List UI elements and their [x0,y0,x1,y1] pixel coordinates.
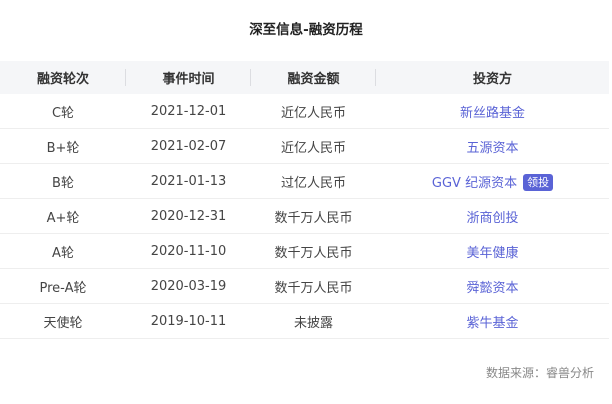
table-row: 天使轮 2019-10-11 未披露 紫牛基金 [0,303,609,339]
investor-link[interactable]: 舜懿资本 [466,281,518,296]
investor-link[interactable]: 美年健康 [466,246,518,261]
table-row: B轮 2021-01-13 过亿人民币 GGV 纪源资本 领投 [0,163,609,199]
cell-date: 2020-12-31 [126,198,251,234]
table-row: A+轮 2020-12-31 数千万人民币 浙商创投 [0,198,609,234]
table-row: C轮 2021-12-01 近亿人民币 新丝路基金 [0,94,609,129]
cell-round: A+轮 [0,198,126,234]
cell-round: B轮 [0,163,126,199]
table-row: Pre-A轮 2020-03-19 数千万人民币 舜懿资本 [0,268,609,304]
table-row: A轮 2020-11-10 数千万人民币 美年健康 [0,233,609,269]
cell-date: 2021-01-13 [126,163,251,199]
investor-link[interactable]: 紫牛基金 [466,316,518,331]
cell-investor: 浙商创投 [376,198,609,234]
cell-round: Pre-A轮 [0,268,126,304]
cell-round: A轮 [0,233,126,269]
cell-round: 天使轮 [0,303,126,339]
cell-date: 2021-12-01 [126,94,251,129]
investor-link[interactable]: 新丝路基金 [460,106,525,121]
lead-investor-badge: 领投 [523,173,554,191]
cell-investor: 舜懿资本 [376,268,609,304]
cell-date: 2020-03-19 [126,268,251,304]
header-round: 融资轮次 [0,61,126,94]
cell-investor: 美年健康 [376,233,609,269]
cell-round: B+轮 [0,128,126,164]
cell-amount: 近亿人民币 [251,128,376,164]
cell-investor: 新丝路基金 [376,94,609,129]
investor-link[interactable]: GGV 纪源资本 [432,176,517,191]
cell-date: 2019-10-11 [126,303,251,339]
cell-amount: 过亿人民币 [251,163,376,199]
cell-investor: GGV 纪源资本 领投 [376,163,609,199]
investor-link[interactable]: 浙商创投 [466,211,518,226]
cell-amount: 近亿人民币 [251,94,376,129]
cell-amount: 数千万人民币 [251,233,376,269]
cell-investor: 紫牛基金 [376,303,609,339]
cell-amount: 数千万人民币 [251,268,376,304]
cell-date: 2020-11-10 [126,233,251,269]
cell-round: C轮 [0,94,126,129]
table-header-row: 融资轮次 事件时间 融资金额 投资方 [0,61,609,94]
header-date: 事件时间 [126,61,251,94]
financing-history-panel: 深至信息-融资历程 融资轮次 事件时间 融资金额 投资方 C轮 2021-12-0… [0,0,612,404]
cell-investor: 五源资本 [376,128,609,164]
financing-table: 融资轮次 事件时间 融资金额 投资方 C轮 2021-12-01 近亿人民币 新丝路基… [0,61,609,339]
header-amount: 融资金额 [251,61,376,94]
page-title: 深至信息-融资历程 [249,22,363,38]
data-source-note: 数据来源：睿兽分析 [485,366,594,380]
cell-date: 2021-02-07 [126,128,251,164]
table-row: B+轮 2021-02-07 近亿人民币 五源资本 [0,128,609,164]
cell-amount: 未披露 [251,303,376,339]
investor-link[interactable]: 五源资本 [466,141,518,156]
cell-amount: 数千万人民币 [251,198,376,234]
header-investor: 投资方 [376,61,609,94]
